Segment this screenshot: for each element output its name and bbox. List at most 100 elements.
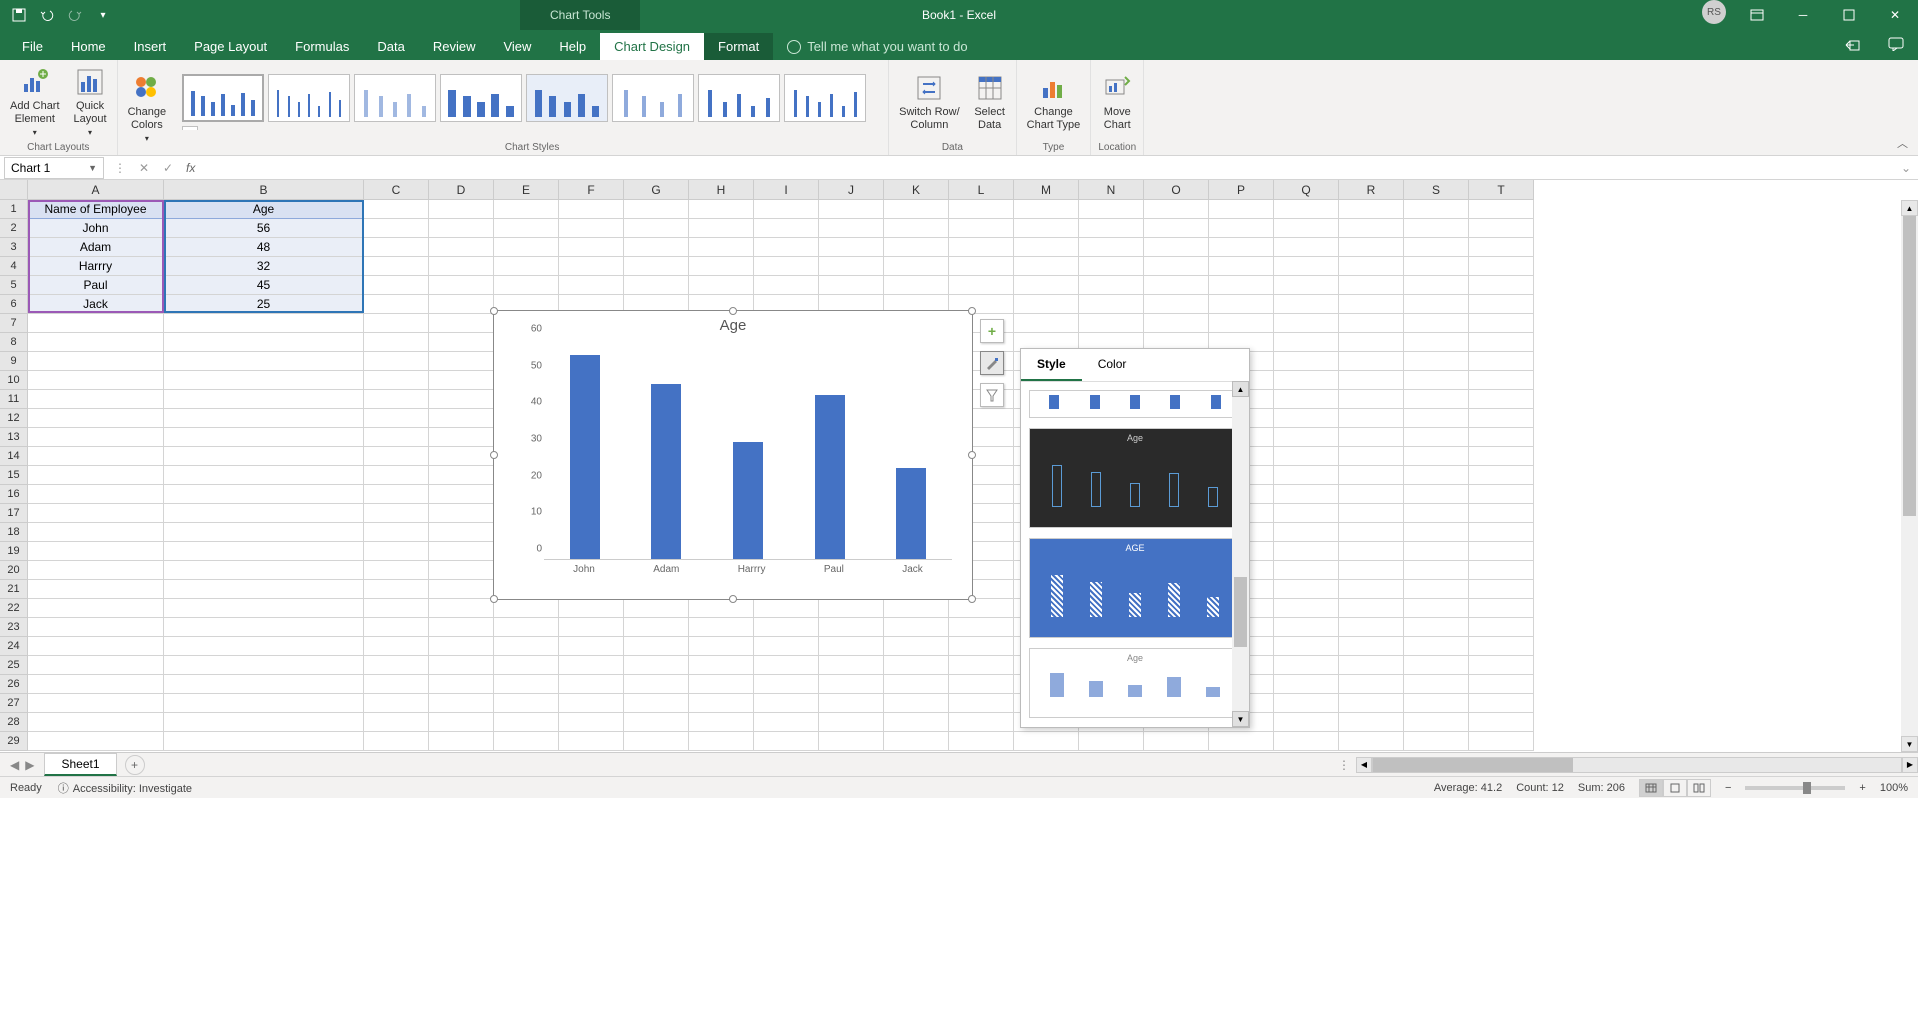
cell[interactable]	[1339, 352, 1404, 371]
cell[interactable]	[1339, 390, 1404, 409]
column-header[interactable]: L	[949, 180, 1014, 200]
column-header[interactable]: B	[164, 180, 364, 200]
cell[interactable]	[429, 238, 494, 257]
cell[interactable]	[884, 713, 949, 732]
cell[interactable]	[1404, 333, 1469, 352]
cell[interactable]	[689, 238, 754, 257]
tab-home[interactable]: Home	[57, 33, 120, 60]
cell[interactable]	[28, 314, 164, 333]
cell[interactable]	[689, 694, 754, 713]
share-icon[interactable]	[1830, 31, 1874, 60]
cell[interactable]	[754, 276, 819, 295]
cell[interactable]	[1404, 200, 1469, 219]
column-header[interactable]: K	[884, 180, 949, 200]
close-icon[interactable]: ✕	[1872, 0, 1918, 30]
cell[interactable]	[1274, 200, 1339, 219]
cell[interactable]	[494, 257, 559, 276]
chart-style-thumb[interactable]	[612, 74, 694, 122]
cell[interactable]	[1209, 238, 1274, 257]
cell[interactable]	[429, 409, 494, 428]
cell[interactable]	[1469, 409, 1534, 428]
cell[interactable]	[1339, 504, 1404, 523]
cell[interactable]	[1339, 523, 1404, 542]
cell[interactable]: 25	[164, 295, 364, 314]
cell[interactable]	[1404, 314, 1469, 333]
column-header[interactable]: D	[429, 180, 494, 200]
cell[interactable]	[1339, 637, 1404, 656]
cell[interactable]	[1014, 238, 1079, 257]
cell[interactable]	[754, 599, 819, 618]
cell[interactable]	[1274, 390, 1339, 409]
cell[interactable]	[884, 732, 949, 751]
cell[interactable]	[1404, 238, 1469, 257]
row-header[interactable]: 12	[0, 409, 28, 428]
cell[interactable]	[164, 656, 364, 675]
cell[interactable]	[559, 238, 624, 257]
cell[interactable]	[624, 656, 689, 675]
page-break-view-icon[interactable]	[1687, 779, 1711, 797]
cell[interactable]	[624, 618, 689, 637]
cell[interactable]	[754, 675, 819, 694]
column-header[interactable]: P	[1209, 180, 1274, 200]
cell[interactable]	[1469, 314, 1534, 333]
cell[interactable]	[1404, 713, 1469, 732]
cell[interactable]: 32	[164, 257, 364, 276]
chart-style-thumb[interactable]	[440, 74, 522, 122]
tab-format[interactable]: Format	[704, 33, 773, 60]
cell[interactable]	[364, 314, 429, 333]
cell[interactable]	[1274, 352, 1339, 371]
cell[interactable]	[164, 732, 364, 751]
cell[interactable]	[28, 409, 164, 428]
column-header[interactable]: M	[1014, 180, 1079, 200]
cell[interactable]	[1339, 295, 1404, 314]
cell[interactable]: Paul	[28, 276, 164, 295]
cell[interactable]	[1404, 580, 1469, 599]
scroll-down-icon[interactable]: ▼	[1232, 711, 1249, 727]
cell[interactable]	[364, 485, 429, 504]
collapse-ribbon-icon[interactable]: ︿	[1897, 135, 1908, 151]
cell[interactable]	[819, 276, 884, 295]
cell[interactable]	[494, 675, 559, 694]
cell[interactable]	[559, 694, 624, 713]
cell[interactable]	[364, 504, 429, 523]
chart-style-thumb[interactable]	[268, 74, 350, 122]
cell[interactable]	[884, 238, 949, 257]
cell[interactable]	[494, 637, 559, 656]
column-header[interactable]: C	[364, 180, 429, 200]
cell[interactable]	[494, 276, 559, 295]
chart-bars[interactable]	[544, 340, 952, 560]
cell[interactable]	[494, 238, 559, 257]
column-header[interactable]: G	[624, 180, 689, 200]
cell[interactable]	[624, 219, 689, 238]
chart-bar[interactable]	[896, 468, 926, 559]
cell[interactable]	[559, 675, 624, 694]
row-header[interactable]: 1	[0, 200, 28, 219]
cell[interactable]	[1404, 675, 1469, 694]
cell[interactable]	[429, 447, 494, 466]
cell[interactable]	[1404, 409, 1469, 428]
row-header[interactable]: 7	[0, 314, 28, 333]
user-avatar[interactable]: RS	[1702, 0, 1726, 24]
sheet-prev-icon[interactable]: ◀	[10, 758, 19, 772]
cell[interactable]	[28, 694, 164, 713]
cell[interactable]	[364, 276, 429, 295]
cell[interactable]	[949, 618, 1014, 637]
cell[interactable]	[949, 599, 1014, 618]
cell[interactable]	[819, 675, 884, 694]
cell[interactable]	[1469, 238, 1534, 257]
cell[interactable]	[429, 428, 494, 447]
cell[interactable]	[949, 219, 1014, 238]
cell[interactable]	[1274, 333, 1339, 352]
cell[interactable]	[28, 561, 164, 580]
scroll-left-icon[interactable]: ◀	[1356, 757, 1372, 773]
cell[interactable]	[429, 542, 494, 561]
row-header[interactable]: 20	[0, 561, 28, 580]
cell[interactable]	[754, 618, 819, 637]
cell[interactable]	[1274, 219, 1339, 238]
cell[interactable]	[559, 637, 624, 656]
cell[interactable]: Jack	[28, 295, 164, 314]
cell[interactable]	[1339, 580, 1404, 599]
cell[interactable]	[884, 618, 949, 637]
cell[interactable]	[429, 276, 494, 295]
cell[interactable]	[164, 333, 364, 352]
